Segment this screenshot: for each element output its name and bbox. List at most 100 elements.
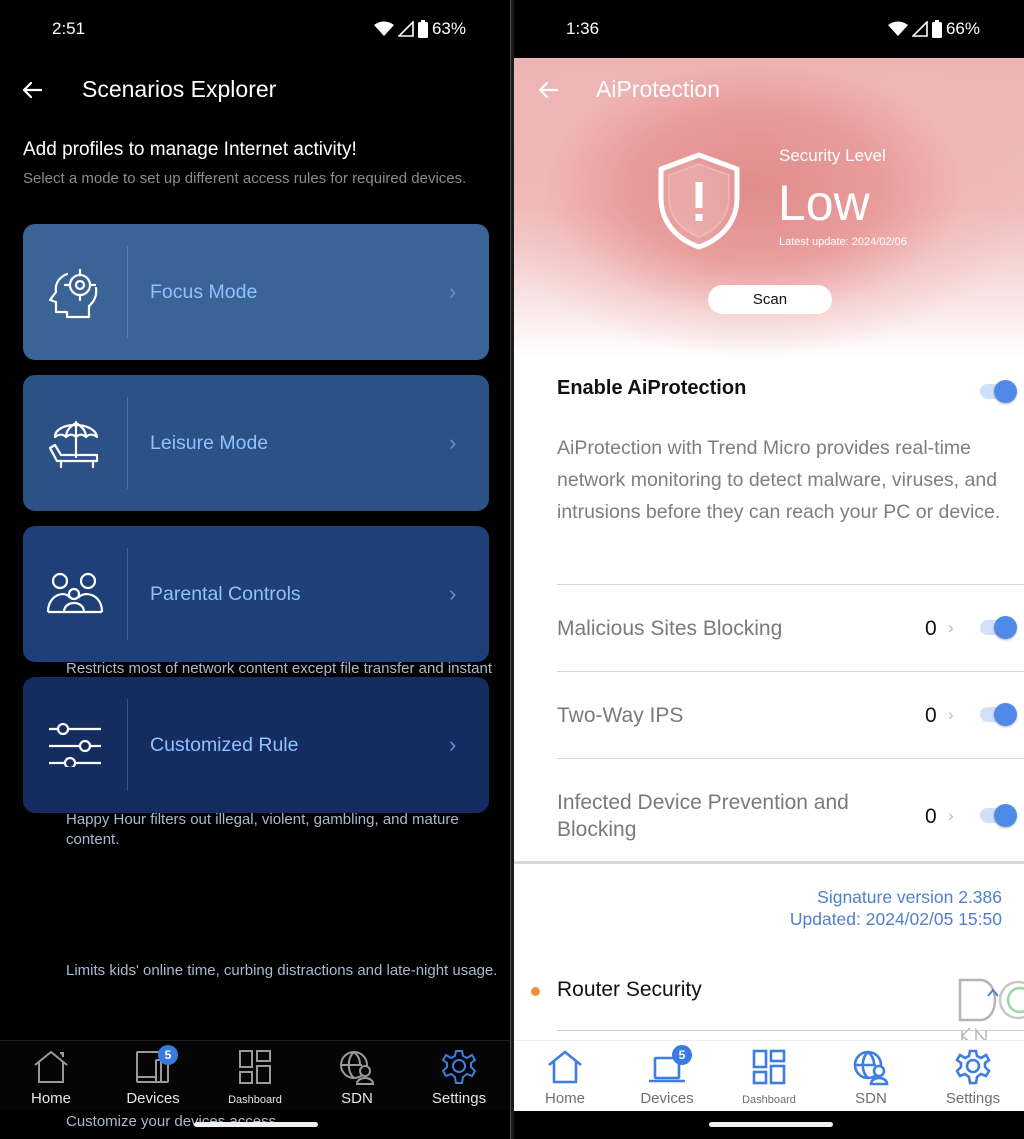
nav-label: SDN xyxy=(341,1090,373,1107)
router-security-label[interactable]: Router Security xyxy=(557,978,702,1002)
card-title: Leisure Mode xyxy=(150,431,269,454)
battery-percent: 66% xyxy=(945,19,980,38)
battery-icon xyxy=(417,20,428,38)
feature-label: Malicious Sites Blocking xyxy=(557,617,783,640)
app-bar: AiProtection xyxy=(514,70,1024,110)
chevron-right-icon: › xyxy=(449,732,457,757)
nav-label: Dashboard xyxy=(228,1094,282,1106)
gear-icon xyxy=(441,1050,477,1084)
signature-updated: Updated: 2024/02/05 15:50 xyxy=(789,909,1002,929)
sdn-globe-user-icon xyxy=(340,1051,375,1085)
wifi-icon xyxy=(887,21,908,36)
status-time: 2:51 xyxy=(52,19,86,38)
scenario-card-customized-rule[interactable]: Customized Rule Customize your devices a… xyxy=(23,677,489,1130)
nav-label: SDN xyxy=(855,1090,887,1107)
security-level-value: Low xyxy=(778,175,870,231)
feature-row-infected-device[interactable]: Infected Device Prevention and Blocking … xyxy=(557,774,1024,858)
divider xyxy=(557,758,1024,759)
nav-label: Settings xyxy=(431,1090,487,1107)
page-title: AiProtection xyxy=(596,76,721,102)
cell-signal-icon xyxy=(911,21,928,37)
intro-heading: Add profiles to manage Internet activity… xyxy=(23,139,357,160)
nav-dashboard[interactable]: Dashboard xyxy=(718,1041,820,1111)
gesture-bar[interactable] xyxy=(709,1122,833,1127)
scan-button[interactable]: Scan xyxy=(708,285,832,314)
feature-label: Infected Device Prevention and Blocking xyxy=(557,791,849,841)
focus-head-target-icon xyxy=(48,268,98,319)
chevron-right-icon[interactable]: › xyxy=(948,806,954,826)
scenarios-explorer-screen: 2:51 63% Scenarios Explorer Add profiles… xyxy=(0,0,510,1139)
card-description: Happy Hour filters out illegal, violent,… xyxy=(66,811,459,848)
dashboard-icon xyxy=(752,1049,786,1085)
nav-label: Home xyxy=(544,1090,585,1107)
section-divider xyxy=(514,861,1024,864)
status-icons: 66% xyxy=(887,19,980,39)
nav-dashboard[interactable]: Dashboard xyxy=(204,1041,306,1110)
feature-row-malicious-sites[interactable]: Malicious Sites Blocking 0 › xyxy=(557,600,1024,670)
nav-settings[interactable]: Settings xyxy=(408,1041,510,1110)
wifi-icon xyxy=(373,21,394,36)
security-level-label: Security Level xyxy=(779,146,886,165)
devices-badge: 5 xyxy=(672,1045,692,1065)
gear-icon xyxy=(955,1049,991,1085)
battery-percent: 63% xyxy=(431,19,466,38)
sliders-icon xyxy=(49,723,101,767)
cell-signal-icon xyxy=(397,21,414,37)
intro: Add profiles to manage Internet activity… xyxy=(23,139,490,188)
scenario-card-focus-mode[interactable]: Focus Mode Restricts most of network con… xyxy=(23,224,492,697)
signature-version: Signature version 2.386 xyxy=(817,887,1002,907)
chevron-right-icon: › xyxy=(449,430,457,455)
nav-devices[interactable]: 5 Devices xyxy=(616,1041,718,1111)
scenario-card-parental-controls[interactable]: Parental Controls Limits kids' online ti… xyxy=(23,526,497,979)
feature-toggle[interactable] xyxy=(978,614,1018,640)
battery-icon xyxy=(931,20,942,38)
divider xyxy=(557,584,1024,585)
beach-umbrella-chair-icon xyxy=(48,420,99,469)
aiprotection-description: AiProtection with Trend Micro provides r… xyxy=(557,437,1001,523)
nav-sdn[interactable]: SDN xyxy=(820,1041,922,1111)
enable-aiprotection-label: Enable AiProtection xyxy=(557,377,747,399)
nav-settings[interactable]: Settings xyxy=(922,1041,1024,1111)
card-title: Customized Rule xyxy=(150,733,299,756)
family-icon xyxy=(46,572,104,614)
divider xyxy=(557,1030,1024,1031)
feature-count: 0 xyxy=(925,704,937,727)
sdn-globe-user-icon xyxy=(853,1050,889,1086)
nav-home[interactable]: Home xyxy=(0,1041,102,1110)
chevron-right-icon[interactable]: › xyxy=(948,705,954,725)
nav-label: Home xyxy=(30,1090,71,1107)
status-icons: 63% xyxy=(373,19,466,39)
nav-sdn[interactable]: SDN xyxy=(306,1041,408,1110)
chevron-right-icon[interactable]: › xyxy=(948,618,954,638)
feature-count: 0 xyxy=(925,617,937,640)
feature-row-two-way-ips[interactable]: Two-Way IPS 0 › xyxy=(557,687,1024,757)
chevron-right-icon: › xyxy=(449,581,457,606)
enable-aiprotection-toggle[interactable] xyxy=(978,378,1018,404)
card-title: Focus Mode xyxy=(150,280,258,303)
bottom-nav: Home 5 Devices Dashboard SDN Settings xyxy=(0,1040,510,1110)
dashboard-icon xyxy=(239,1050,271,1084)
router-security-status-dot xyxy=(531,987,540,996)
nav-label: Devices xyxy=(126,1090,180,1107)
back-arrow-icon[interactable] xyxy=(536,78,560,102)
intro-subheading: Select a mode to set up different access… xyxy=(23,170,467,187)
status-bar: 1:36 66% xyxy=(514,0,1024,58)
scenario-card-leisure-mode[interactable]: Leisure Mode Happy Hour filters out ille… xyxy=(23,375,489,848)
back-arrow-icon[interactable] xyxy=(20,78,44,102)
home-icon xyxy=(548,1050,582,1084)
nav-home[interactable]: Home xyxy=(514,1041,616,1111)
app-bar: Scenarios Explorer xyxy=(0,70,510,110)
devices-badge: 5 xyxy=(158,1045,178,1065)
nav-devices[interactable]: 5 Devices xyxy=(102,1041,204,1110)
bottom-nav: Home 5 Devices Dashboard SDN Settings xyxy=(514,1040,1024,1111)
feature-label: Two-Way IPS xyxy=(557,704,684,727)
shield-warning-icon xyxy=(658,152,740,250)
gesture-bar[interactable] xyxy=(194,1122,318,1127)
signature-info: Signature version 2.386 Updated: 2024/02… xyxy=(790,886,1002,930)
feature-toggle[interactable] xyxy=(978,802,1018,828)
feature-toggle[interactable] xyxy=(978,701,1018,727)
nav-label: Settings xyxy=(945,1090,1001,1107)
status-bar: 2:51 63% xyxy=(0,0,510,58)
divider xyxy=(557,671,1024,672)
status-time: 1:36 xyxy=(566,19,600,38)
